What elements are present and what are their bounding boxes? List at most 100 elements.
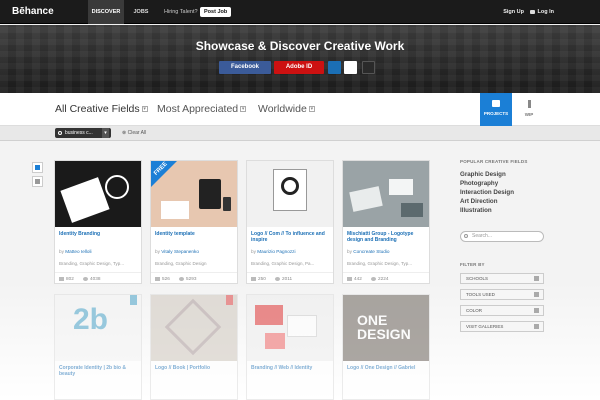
- thumbnail-artwork: [199, 179, 221, 209]
- search-icon: [58, 131, 62, 135]
- project-thumbnail[interactable]: 2b: [55, 295, 141, 361]
- list-view-button[interactable]: [32, 176, 43, 187]
- project-card[interactable]: FREE Identity template by Vitaly Stepane…: [150, 160, 238, 284]
- chevron-down-icon: ▾: [308, 106, 315, 113]
- project-card[interactable]: Logo // Com // To influence and inspire …: [246, 160, 334, 284]
- sign-up-link[interactable]: Sign Up: [503, 0, 524, 24]
- eye-icon: [371, 276, 376, 281]
- project-thumbnail[interactable]: [55, 161, 141, 227]
- thumbnail-artwork: [401, 203, 423, 217]
- filter-tools-used[interactable]: TOOLS USED: [460, 289, 544, 300]
- project-title[interactable]: Identity template: [155, 231, 235, 237]
- project-title[interactable]: Corporate Identity | 2b bio & beauty: [59, 365, 139, 377]
- sidebar-field-illustration[interactable]: Illustration: [460, 207, 492, 214]
- thumbnail-artwork: [161, 201, 189, 219]
- thumbnail-artwork: 2b: [73, 303, 109, 336]
- google-signup-button[interactable]: [344, 61, 357, 74]
- hiring-talent-text: Hiring Talent?: [164, 9, 198, 15]
- sidebar-field-photography[interactable]: Photography: [460, 180, 498, 187]
- log-in-link[interactable]: Log In: [529, 0, 554, 24]
- eye-icon: [275, 276, 280, 281]
- thumbnail-artwork: [265, 333, 285, 349]
- twitter-signup-button[interactable]: [328, 61, 341, 74]
- facebook-signup-button[interactable]: Facebook: [219, 61, 271, 74]
- thumbnail-artwork: [281, 177, 299, 195]
- tools-icon: [534, 292, 539, 297]
- thumbs-up-icon: [347, 276, 352, 281]
- search-tag-row: business c... ▾ ⊗ Clear All: [0, 126, 600, 141]
- project-author: by Maurizio Pagnozzi: [251, 249, 296, 254]
- project-thumbnail[interactable]: [343, 161, 429, 227]
- project-stats: 802 4038: [55, 272, 141, 283]
- project-card[interactable]: Logo // Book | Portfolio: [150, 294, 238, 400]
- more-signup-button[interactable]: [362, 61, 375, 74]
- project-stats: 250 2011: [247, 272, 333, 283]
- project-thumbnail[interactable]: ONE DESIGN: [343, 295, 429, 361]
- filter-by-heading: FILTER BY: [460, 262, 485, 267]
- sidebar-field-interaction-design[interactable]: Interaction Design: [460, 189, 514, 196]
- project-card[interactable]: Identity Branding by Matteo Ielloli Bran…: [54, 160, 142, 284]
- adobe-id-signup-button[interactable]: Adobe ID: [274, 61, 324, 74]
- school-icon: [534, 276, 539, 281]
- nav-discover[interactable]: DISCOVER: [88, 0, 124, 24]
- color-swatch-icon: [534, 308, 539, 313]
- project-thumbnail[interactable]: FREE: [151, 161, 237, 227]
- location-dropdown[interactable]: Worldwide ▾: [258, 103, 315, 115]
- sidebar-search-input[interactable]: Search...: [460, 231, 544, 242]
- project-fields: Branding, Graphic Design, Typ...: [347, 261, 412, 266]
- post-job-button[interactable]: Post Job: [200, 7, 232, 17]
- project-card[interactable]: ONE DESIGN Logo // One Design // Gabriel: [342, 294, 430, 400]
- eye-icon: [83, 276, 88, 281]
- project-title[interactable]: Logo // Com // To influence and inspire: [251, 231, 331, 243]
- chevron-down-icon: ▾: [141, 106, 148, 113]
- project-title[interactable]: Branding // Web // Identity: [251, 365, 331, 371]
- thumbnail-artwork: [164, 298, 222, 356]
- project-card[interactable]: Mischiatti Group - Logotype design and B…: [342, 160, 430, 284]
- thumbs-up-icon: [251, 276, 256, 281]
- thumbnail-artwork: [60, 177, 110, 223]
- project-author: by Vitaly Stepanenko: [155, 249, 199, 254]
- thumbnail-artwork: [223, 197, 231, 211]
- thumbs-up-icon: [155, 276, 160, 281]
- project-stats: 442 2224: [343, 272, 429, 283]
- project-fields: Branding, Graphic Design: [155, 261, 207, 266]
- project-thumbnail[interactable]: [247, 295, 333, 361]
- filter-schools[interactable]: SCHOOLS: [460, 273, 544, 284]
- project-thumbnail[interactable]: [151, 295, 237, 361]
- filter-color[interactable]: COLOR: [460, 305, 544, 316]
- project-thumbnail[interactable]: [247, 161, 333, 227]
- bookmark-icon: [226, 295, 233, 305]
- search-icon: [464, 234, 468, 238]
- chevron-down-icon[interactable]: ▾: [102, 128, 109, 138]
- gallery-icon: [534, 324, 539, 329]
- tab-wip[interactable]: WIP: [513, 93, 545, 126]
- clear-all-link[interactable]: ⊗ Clear All: [122, 128, 146, 138]
- project-title[interactable]: Mischiatti Group - Logotype design and B…: [347, 231, 427, 243]
- filter-visit-galleries[interactable]: VISIT GALLERIES: [460, 321, 544, 332]
- grid-view-button[interactable]: [32, 162, 43, 173]
- sidebar-field-art-direction[interactable]: Art Direction: [460, 198, 497, 205]
- thumbnail-artwork: [105, 175, 129, 199]
- thumbs-up-icon: [59, 276, 64, 281]
- eye-icon: [179, 276, 184, 281]
- sidebar-field-graphic-design[interactable]: Graphic Design: [460, 171, 506, 178]
- behance-logo[interactable]: Bēhance: [12, 6, 54, 17]
- project-stats: 526 5293: [151, 272, 237, 283]
- hero-banner: Showcase & Discover Creative Work Facebo…: [0, 25, 600, 93]
- project-card[interactable]: Branding // Web // Identity: [246, 294, 334, 400]
- tab-projects[interactable]: PROJECTS: [480, 93, 512, 126]
- search-tag[interactable]: business c... ▾: [55, 128, 111, 138]
- project-card[interactable]: 2b Corporate Identity | 2b bio & beauty: [54, 294, 142, 400]
- project-author: by Matteo Ielloli: [59, 249, 92, 254]
- hero-background: [0, 25, 600, 93]
- creative-fields-dropdown[interactable]: All Creative Fields ▾: [55, 103, 148, 115]
- project-fields: Branding, Graphic Design, Typ...: [59, 261, 124, 266]
- nav-jobs[interactable]: JOBS: [128, 0, 154, 24]
- sort-dropdown[interactable]: Most Appreciated ▾: [157, 103, 247, 115]
- project-title[interactable]: Identity Branding: [59, 231, 139, 237]
- project-title[interactable]: Logo // Book | Portfolio: [155, 365, 235, 371]
- bookmark-icon: [130, 295, 137, 305]
- thumbnail-artwork: [389, 179, 413, 195]
- project-title[interactable]: Logo // One Design // Gabriel: [347, 365, 427, 371]
- chevron-down-icon: ▾: [240, 106, 247, 113]
